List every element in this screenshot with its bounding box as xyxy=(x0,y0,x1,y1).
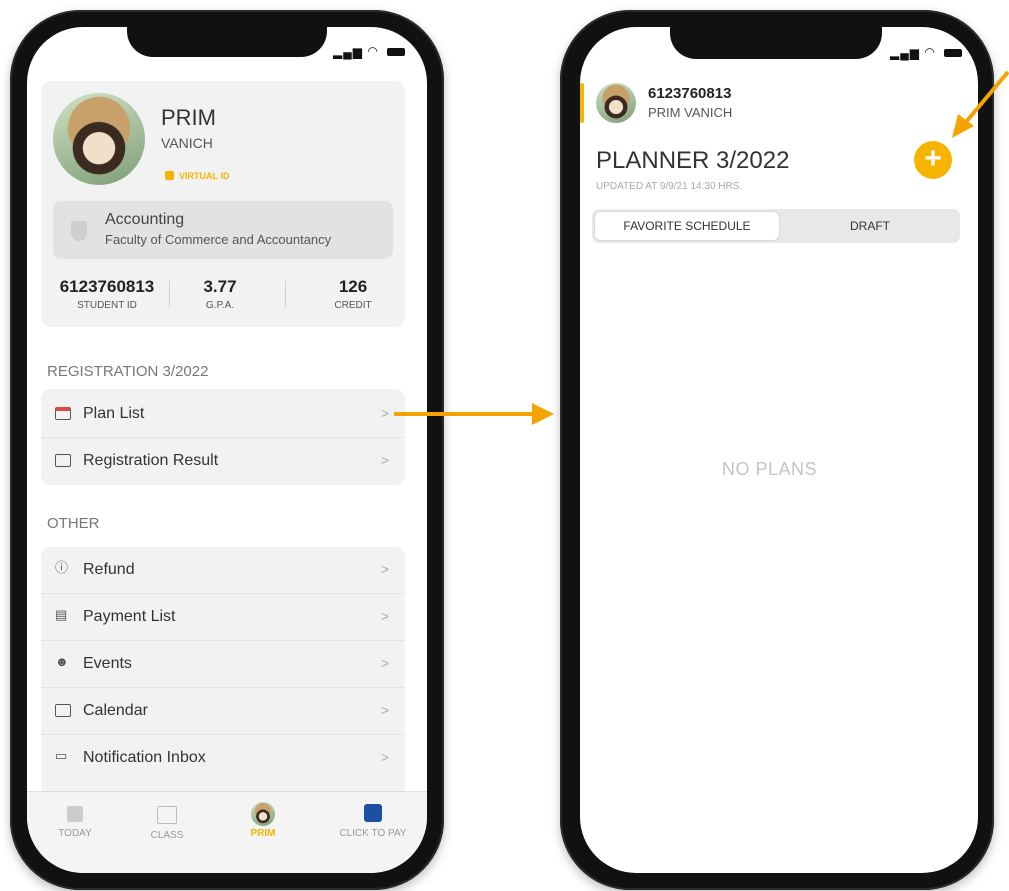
card-icon xyxy=(55,704,71,717)
tab-prim[interactable]: PRIM xyxy=(223,802,303,843)
last-name: VANICH xyxy=(161,135,213,151)
menu-item-payment-list[interactable]: ▤ Payment List > xyxy=(41,594,405,641)
stat-credit: 126 CREDIT xyxy=(303,277,403,311)
menu-item-label: Registration Result xyxy=(83,452,219,469)
receipt-icon: ▤ xyxy=(55,607,68,622)
notch xyxy=(670,27,882,59)
info-icon: ⓘ xyxy=(55,560,69,575)
id-card-icon xyxy=(165,171,174,180)
menu-item-calendar[interactable]: Calendar > xyxy=(41,688,405,735)
stat-label: STUDENT ID xyxy=(77,300,137,311)
add-plan-button[interactable]: + xyxy=(914,141,952,179)
other-menu: ⓘ Refund > ▤ Payment List > ☻ Events > C… xyxy=(41,547,405,797)
books-icon xyxy=(67,806,83,822)
chevron-right-icon: > xyxy=(380,749,389,765)
first-name: PRIM xyxy=(161,105,216,130)
student-name: PRIM VANICH xyxy=(648,105,733,120)
stat-label: CREDIT xyxy=(334,300,372,311)
inbox-icon: ▭ xyxy=(55,748,68,763)
menu-item-label: Payment List xyxy=(83,608,176,625)
card-icon xyxy=(55,454,71,467)
masks-icon: ☻ xyxy=(55,654,69,669)
registration-section-title: REGISTRATION 3/2022 xyxy=(47,363,209,380)
tab-label: TODAY xyxy=(58,828,92,839)
notch xyxy=(127,27,327,57)
divider xyxy=(169,281,170,307)
status-bar: ▂▄▆ ◠ xyxy=(333,44,406,59)
avatar[interactable] xyxy=(53,93,145,185)
menu-item-label: Plan List xyxy=(83,405,145,422)
chevron-right-icon: > xyxy=(380,452,389,468)
divider xyxy=(285,281,286,307)
signal-icon: ▂▄▆ xyxy=(333,44,363,59)
chevron-right-icon: > xyxy=(380,702,389,718)
tab-click-to-pay[interactable]: CLICK TO PAY xyxy=(323,804,423,839)
shield-icon xyxy=(71,221,87,241)
chevron-right-icon: > xyxy=(380,561,389,577)
menu-item-events[interactable]: ☻ Events > xyxy=(41,641,405,688)
schedule-segmented-control: FAVORITE SCHEDULE DRAFT xyxy=(592,209,960,243)
left-phone: ▂▄▆ ◠ PRIM VANICH VIRTUAL ID Accounting … xyxy=(10,10,444,890)
battery-icon xyxy=(387,47,406,56)
stat-gpa: 3.77 G.P.A. xyxy=(175,277,265,311)
major-label: Accounting xyxy=(105,211,185,228)
stat-student-id: 6123760813 STUDENT ID xyxy=(47,277,167,311)
page-title: PLANNER 3/2022 xyxy=(596,147,790,174)
stat-label: G.P.A. xyxy=(205,300,235,311)
tab-label: PRIM xyxy=(250,828,276,839)
tab-class[interactable]: CLASS xyxy=(127,806,207,841)
student-id: 6123760813 xyxy=(648,85,732,102)
menu-item-label: Calendar xyxy=(83,702,148,719)
accent-bar xyxy=(580,83,584,123)
tab-favorite-schedule[interactable]: FAVORITE SCHEDULE xyxy=(595,212,779,240)
menu-item-label: Events xyxy=(83,655,132,672)
menu-item-label: Refund xyxy=(83,561,135,578)
tab-bar: TODAY CLASS PRIM CLICK TO PAY xyxy=(27,791,427,873)
chart-icon xyxy=(157,806,177,824)
avatar-icon xyxy=(251,802,275,826)
virtual-id-label: VIRTUAL ID xyxy=(179,171,230,181)
menu-item-registration-result[interactable]: Registration Result > xyxy=(41,438,405,484)
pay-icon xyxy=(364,804,382,822)
empty-state-text: NO PLANS xyxy=(722,459,818,479)
tab-label: CLASS xyxy=(150,830,184,841)
stat-value: 6123760813 xyxy=(59,277,155,296)
chevron-right-icon: > xyxy=(380,405,389,421)
wifi-icon: ◠ xyxy=(367,44,379,58)
other-section-title: OTHER xyxy=(47,515,100,532)
menu-item-notification-inbox[interactable]: ▭ Notification Inbox > xyxy=(41,735,405,781)
left-screen: ▂▄▆ ◠ PRIM VANICH VIRTUAL ID Accounting … xyxy=(27,27,427,873)
signal-icon: ▂▄▆ xyxy=(890,45,920,60)
chevron-right-icon: > xyxy=(380,608,389,624)
tab-draft[interactable]: DRAFT xyxy=(782,212,958,240)
chevron-right-icon: > xyxy=(380,655,389,671)
calendar-red-icon xyxy=(55,407,71,420)
add-pointer-arrow xyxy=(952,70,1009,138)
wifi-icon: ◠ xyxy=(924,45,936,59)
virtual-id-link[interactable]: VIRTUAL ID xyxy=(165,171,229,181)
stat-value: 3.77 xyxy=(203,277,237,296)
avatar[interactable] xyxy=(596,83,636,123)
status-bar: ▂▄▆ ◠ xyxy=(890,45,963,60)
menu-item-refund[interactable]: ⓘ Refund > xyxy=(41,547,405,594)
stat-value: 126 xyxy=(338,277,368,296)
tab-label: CLICK TO PAY xyxy=(339,828,407,839)
registration-menu: Plan List > Registration Result > xyxy=(41,389,405,485)
battery-icon xyxy=(944,48,963,57)
flow-arrow xyxy=(394,403,554,425)
faculty-label: Faculty of Commerce and Accountancy xyxy=(105,232,332,247)
right-phone: ▂▄▆ ◠ 6123760813 PRIM VANICH PLANNER 3/2… xyxy=(560,10,994,890)
profile-card: PRIM VANICH VIRTUAL ID Accounting Facult… xyxy=(41,81,405,327)
faculty-box: Accounting Faculty of Commerce and Accou… xyxy=(53,201,393,259)
tab-today[interactable]: TODAY xyxy=(35,806,115,839)
menu-item-label: Notification Inbox xyxy=(83,749,206,766)
updated-timestamp: UPDATED AT 9/9/21 14:30 HRS. xyxy=(596,181,743,192)
right-screen: ▂▄▆ ◠ 6123760813 PRIM VANICH PLANNER 3/2… xyxy=(580,27,978,873)
menu-item-plan-list[interactable]: Plan List > xyxy=(41,391,405,438)
